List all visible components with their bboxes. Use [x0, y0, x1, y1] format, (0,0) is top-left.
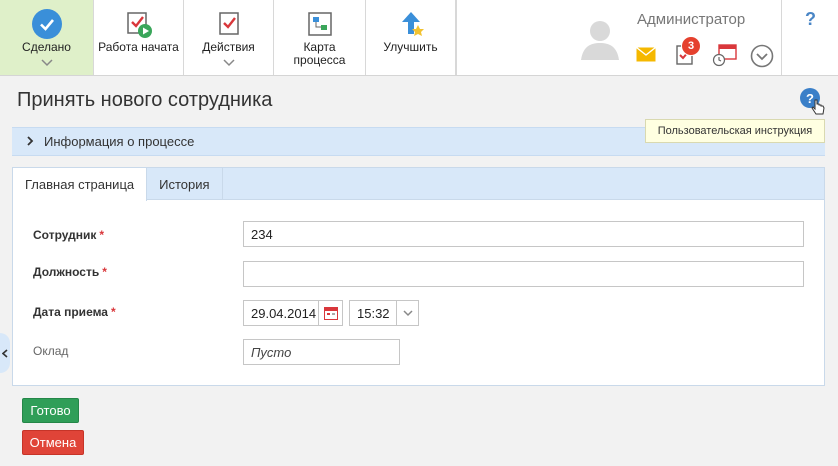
chevron-right-icon [27, 135, 34, 149]
user-name[interactable]: Администратор [637, 11, 745, 28]
side-panel-toggle[interactable] [0, 333, 10, 373]
employee-label-text: Сотрудник [33, 228, 97, 242]
chevron-down-circle-icon[interactable] [750, 44, 776, 70]
actions-label: Действия [202, 40, 255, 54]
process-info-label: Информация о процессе [44, 134, 195, 149]
work-started-label: Работа начата [98, 40, 179, 54]
help-button[interactable]: ? [783, 0, 838, 75]
required-mark: * [99, 228, 105, 242]
required-mark: * [102, 265, 107, 279]
hire-time-value: 15:32 [357, 305, 390, 321]
hire-date-value: 29.04.2014 [251, 305, 317, 321]
calendar-icon[interactable] [318, 301, 342, 325]
position-label-text: Должность [33, 265, 100, 279]
done-label: Сделано [22, 40, 71, 54]
hire-time-select[interactable]: 15:32 [349, 300, 419, 326]
improve-label: Улучшить [383, 40, 438, 54]
improve-arrow-icon [396, 9, 426, 39]
tab-bar: Главная страница История [13, 168, 824, 201]
submit-button[interactable]: Готово [22, 398, 79, 423]
salary-label: Оклад [33, 344, 69, 358]
hire-date-label-text: Дата приема [33, 305, 108, 319]
process-map-button[interactable]: Карта процесса [274, 0, 366, 75]
chevron-down-icon[interactable] [396, 301, 418, 325]
position-input[interactable] [243, 261, 804, 287]
chevron-down-icon [40, 56, 53, 70]
page-title: Принять нового сотрудника [17, 89, 273, 111]
task-check-icon [214, 9, 244, 39]
actions-button[interactable]: Действия [184, 0, 274, 75]
calendar-clock-icon[interactable] [712, 43, 738, 69]
tab-history[interactable]: История [147, 168, 223, 200]
tasks-count-badge: 3 [681, 36, 701, 56]
chevron-down-icon [222, 56, 235, 70]
check-circle-icon [31, 9, 62, 39]
work-started-button[interactable]: Работа начата [94, 0, 184, 75]
avatar[interactable] [577, 14, 623, 60]
help-icon: ? [805, 9, 816, 29]
process-map-icon [305, 9, 335, 39]
hire-date-input[interactable]: 29.04.2014 [243, 300, 343, 326]
task-play-icon [124, 9, 154, 39]
top-toolbar: Сделано Работа начата Действия Карта про… [0, 0, 838, 76]
done-button[interactable]: Сделано [0, 0, 94, 75]
employee-label: Сотрудник * [33, 228, 104, 242]
salary-input[interactable]: Пусто [243, 339, 400, 365]
process-map-label: Карта процесса [294, 41, 346, 67]
cancel-button[interactable]: Отмена [22, 430, 84, 455]
required-mark: * [110, 305, 116, 319]
tooltip: Пользовательская инструкция [645, 119, 825, 143]
process-map-line2: процесса [293, 53, 346, 67]
hand-cursor-icon [810, 98, 826, 119]
mail-icon[interactable] [636, 43, 658, 69]
tab-main-page[interactable]: Главная страница [13, 168, 148, 201]
improve-button[interactable]: Улучшить [366, 0, 456, 75]
position-label: Должность * [33, 265, 107, 279]
employee-input[interactable]: 234 [243, 221, 804, 247]
hire-date-label: Дата приема * [33, 305, 116, 319]
